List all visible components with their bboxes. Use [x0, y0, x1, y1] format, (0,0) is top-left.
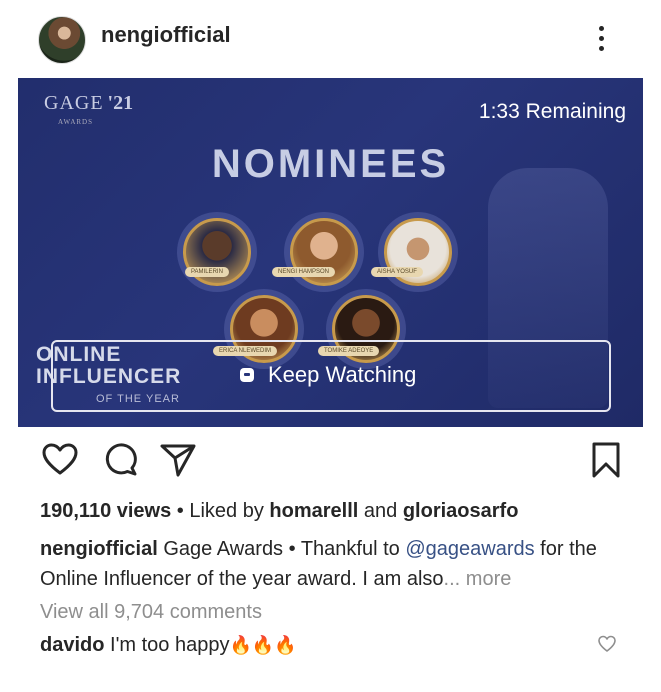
comment-like-heart-icon[interactable] — [597, 634, 617, 654]
send-icon[interactable] — [158, 440, 198, 480]
views-likes-line: 190,110 views • Liked by homarelll and g… — [40, 500, 519, 522]
avatar[interactable] — [38, 16, 86, 64]
nominee-label: PAMILERIN — [185, 267, 229, 277]
keep-watching-label: Keep Watching — [268, 362, 417, 387]
keep-watching-button[interactable]: Keep Watching — [51, 340, 611, 412]
liker-username[interactable]: homarelll — [269, 500, 358, 522]
mention-link[interactable]: @gageawards — [405, 538, 534, 560]
more-link[interactable]: more — [466, 568, 512, 590]
comment-icon[interactable] — [101, 440, 141, 480]
nominee-label: NENGI HAMPSON — [272, 267, 336, 277]
comment-text: I'm too happy — [104, 634, 230, 656]
more-options-icon[interactable] — [590, 20, 614, 56]
post-caption: nengiofficial Gage Awards • Thankful to … — [40, 538, 597, 590]
post-actions — [0, 440, 661, 484]
comment-username[interactable]: davido — [40, 634, 104, 656]
caption-username[interactable]: nengiofficial — [40, 538, 158, 560]
nominee-label: AISHA YOSUF — [371, 267, 423, 277]
bookmark-icon[interactable] — [586, 440, 626, 480]
comment-row: davido I'm too happy🔥🔥🔥 — [40, 634, 297, 657]
video-heading: NOMINEES — [211, 142, 450, 186]
post-username[interactable]: nengiofficial — [101, 22, 231, 48]
view-count[interactable]: 190,110 views — [40, 500, 171, 522]
fire-emoji: 🔥🔥🔥 — [229, 635, 297, 655]
post-header: nengiofficial — [0, 0, 661, 76]
liker-username[interactable]: gloriaosarfo — [403, 500, 519, 522]
heart-icon[interactable] — [40, 440, 80, 480]
gage-awards-logo: GAGE '21 AWARDS — [44, 92, 134, 126]
igtv-icon — [240, 368, 254, 382]
view-all-comments-link[interactable]: View all 9,704 comments — [40, 601, 262, 624]
time-remaining: 1:33 Remaining — [478, 100, 626, 123]
video-player[interactable]: GAGE '21 AWARDS 1:33 Remaining NOMINEES P… — [18, 78, 643, 427]
